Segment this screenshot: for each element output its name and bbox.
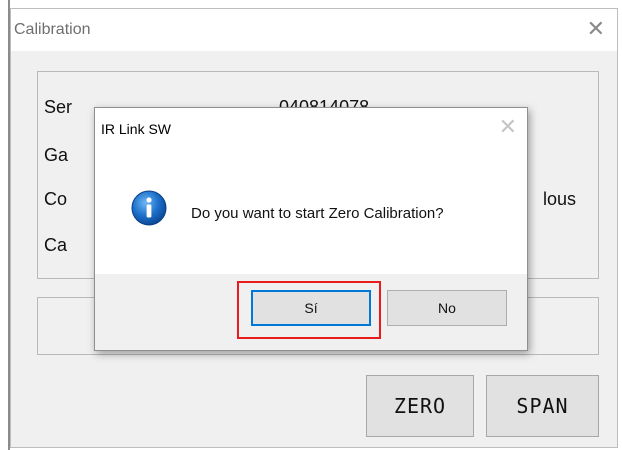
info-icon — [131, 190, 167, 226]
serial-label: Ser — [44, 97, 73, 117]
dialog-message: Do you want to start Zero Calibration? — [191, 205, 444, 222]
yes-button-highlight — [237, 281, 381, 339]
gas-label: Ga — [44, 145, 69, 165]
dialog-close-icon[interactable]: ✕ — [499, 114, 517, 140]
calibration-titlebar: Calibration ✕ — [11, 9, 617, 51]
component-label: Co — [44, 189, 68, 209]
span-button[interactable]: SPAN — [486, 375, 599, 437]
no-button[interactable]: No — [387, 290, 507, 326]
calibration-label: Ca — [44, 235, 68, 255]
calibration-close-icon[interactable]: ✕ — [587, 15, 605, 43]
dialog-title: IR Link SW — [101, 121, 172, 137]
component-value: lous — [543, 189, 577, 209]
zero-button[interactable]: ZERO — [366, 375, 474, 437]
calibration-window-title: Calibration — [14, 21, 91, 38]
